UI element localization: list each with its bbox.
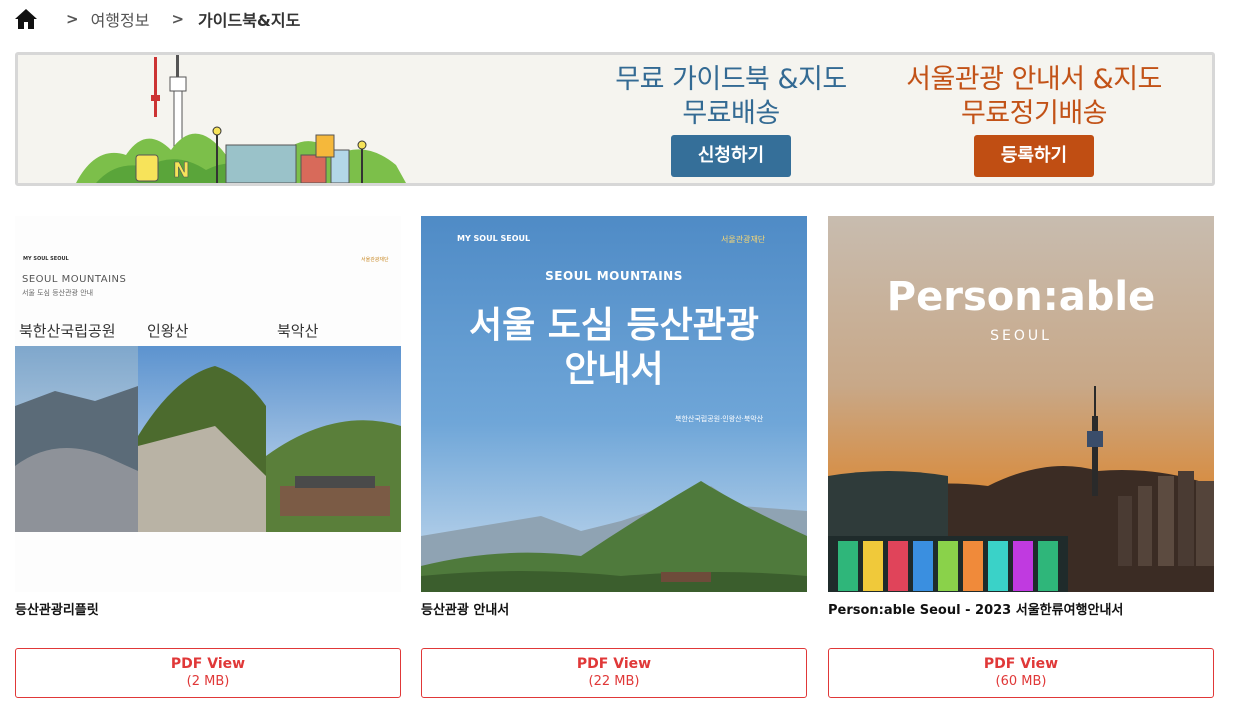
breadcrumb: > 여행정보 > 가이드북&지도 (14, 6, 300, 32)
cover-heading: SEOUL MOUNTAINS (545, 269, 683, 283)
free-guidebook-line2: 무료배송 (682, 98, 780, 129)
guide-card: MY SOUL SEOUL 서울관광재단 SEOUL MOUNTAINS 서울 … (421, 216, 807, 698)
breadcrumb-separator: > (171, 10, 185, 28)
guide-title: 등산관광리플릿 (15, 603, 99, 618)
seoul-guide-promo: 서울관광 안내서 &지도 무료정기배송 등록하기 (894, 63, 1174, 177)
guide-title: 등산관광 안내서 (421, 603, 510, 618)
guide-cover-image[interactable]: MY SOUL SEOUL 서울관광재단 SEOUL MOUNTAINS 서울 … (15, 216, 401, 592)
seoul-guide-line2: 무료정기배송 (960, 98, 1108, 129)
pdf-file-size: (60 MB) (995, 674, 1047, 689)
pdf-file-size: (2 MB) (186, 674, 230, 689)
pdf-view-button[interactable]: PDF View (60 MB) (828, 648, 1214, 698)
pdf-view-button[interactable]: PDF View (2 MB) (15, 648, 401, 698)
cover-title-line2: 안내서 (564, 349, 664, 390)
breadcrumb-separator: > (66, 10, 79, 28)
cover-logo: 서울관광재단 (361, 257, 389, 263)
guide-card: Person:able SEOUL Person:able Seoul - 20… (828, 216, 1214, 698)
pdf-view-label: PDF View (983, 656, 1059, 672)
cover-label-inwangsan: 인왕산 (147, 322, 189, 340)
cover-logo: 서울관광재단 (721, 235, 766, 244)
free-guidebook-promo: 무료 가이드북 &지도 무료배송 신청하기 (606, 63, 856, 177)
guide-cover-image[interactable]: MY SOUL SEOUL 서울관광재단 SEOUL MOUNTAINS 서울 … (421, 216, 807, 592)
guide-title: Person:able Seoul - 2023 서울한류여행안내서 (828, 603, 1124, 618)
mountain-landscape (421, 481, 807, 592)
cover-brand: MY SOUL SEOUL (457, 234, 531, 243)
pdf-file-size: (22 MB) (588, 674, 640, 689)
seoul-landmark-illustration: N (76, 55, 406, 183)
seoul-night-skyline (828, 386, 1214, 592)
cover-brand: MY SOUL SEOUL (23, 256, 69, 262)
guidebook-banner: N 무료 가이드북 &지도 무료배송 신청하기 서울관광 안내서 &지도 무료정… (15, 52, 1215, 186)
free-guidebook-line1: 무료 가이드북 &지도 (615, 64, 847, 95)
register-button[interactable]: 등록하기 (974, 135, 1094, 177)
cover-label-bugaksan: 북악산 (277, 322, 319, 340)
svg-text:N: N (173, 158, 190, 182)
seoul-guide-line1: 서울관광 안내서 &지도 (906, 64, 1162, 95)
mountain-photo-collage (15, 346, 401, 532)
breadcrumb-guidebook-map: 가이드북&지도 (198, 11, 301, 30)
cover-subheading: 서울 도심 등산관광 안내 (22, 289, 94, 297)
home-icon[interactable] (14, 7, 38, 31)
cover-heading: SEOUL MOUNTAINS (22, 274, 127, 285)
guide-card: MY SOUL SEOUL 서울관광재단 SEOUL MOUNTAINS 서울 … (15, 216, 401, 698)
guide-cover-image[interactable]: Person:able SEOUL (828, 216, 1214, 592)
breadcrumb-travel-info[interactable]: 여행정보 (91, 7, 150, 31)
cover-label-bukhansan: 북한산국립공원 (19, 322, 116, 340)
pdf-view-button[interactable]: PDF View (22 MB) (421, 648, 807, 698)
cover-subtitle: SEOUL (990, 328, 1052, 344)
pdf-view-label: PDF View (576, 656, 652, 672)
pdf-view-label: PDF View (170, 656, 246, 672)
apply-button[interactable]: 신청하기 (671, 135, 791, 177)
cover-title: Person:able (886, 274, 1156, 320)
cover-caption: 북한산국립공원·인왕산·북악산 (675, 415, 764, 423)
